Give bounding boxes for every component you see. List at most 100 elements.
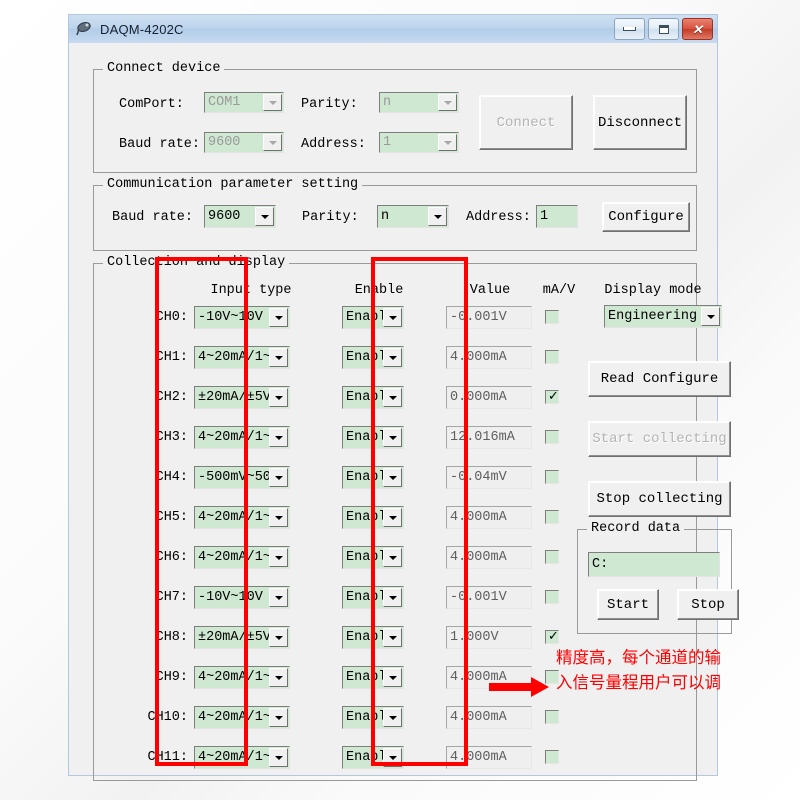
minimize-icon[interactable] bbox=[614, 18, 645, 40]
ma-v-checkbox[interactable] bbox=[545, 470, 559, 484]
chevron-down-icon[interactable] bbox=[269, 588, 288, 607]
chevron-down-icon[interactable] bbox=[269, 668, 288, 687]
enable-combo[interactable]: Enabl bbox=[342, 546, 404, 569]
disconnect-button[interactable]: Disconnect bbox=[593, 95, 687, 150]
enable-value: Enabl bbox=[346, 470, 383, 485]
chevron-down-icon[interactable] bbox=[383, 548, 402, 567]
chevron-down-icon[interactable] bbox=[701, 307, 720, 326]
enable-combo[interactable]: Enabl bbox=[342, 346, 404, 369]
chevron-down-icon[interactable] bbox=[269, 748, 288, 767]
close-icon[interactable]: ✕ bbox=[682, 18, 713, 40]
chevron-down-icon[interactable] bbox=[428, 207, 447, 226]
chevron-down-icon[interactable] bbox=[269, 388, 288, 407]
channel-label: CH2: bbox=[155, 390, 188, 405]
input-type-combo[interactable]: 4~20mA/1~5V bbox=[194, 546, 290, 569]
input-type-combo[interactable]: -10V~10V bbox=[194, 586, 290, 609]
chevron-down-icon[interactable] bbox=[383, 428, 402, 447]
chevron-down-icon[interactable] bbox=[383, 388, 402, 407]
chevron-down-icon[interactable] bbox=[383, 348, 402, 367]
enable-combo[interactable]: Enabl bbox=[342, 586, 404, 609]
chevron-down-icon[interactable] bbox=[383, 308, 402, 327]
connect-button[interactable]: Connect bbox=[479, 95, 573, 150]
enable-combo[interactable]: Enabl bbox=[342, 386, 404, 409]
chevron-down-icon[interactable] bbox=[263, 134, 282, 151]
comm-baud-rate-value: 9600 bbox=[208, 209, 241, 224]
channel-label: CH5: bbox=[155, 510, 188, 525]
column-header-display-mode: Display mode bbox=[604, 283, 702, 298]
chevron-down-icon[interactable] bbox=[269, 628, 288, 647]
chevron-down-icon[interactable] bbox=[269, 428, 288, 447]
chevron-down-icon[interactable] bbox=[255, 207, 274, 226]
record-start-button[interactable]: Start bbox=[597, 589, 659, 620]
parity-label: Parity: bbox=[301, 97, 358, 112]
chevron-down-icon[interactable] bbox=[269, 508, 288, 527]
ma-v-checkbox[interactable] bbox=[545, 710, 559, 724]
enable-combo[interactable]: Enabl bbox=[342, 506, 404, 529]
ma-v-checkbox[interactable] bbox=[545, 430, 559, 444]
input-type-combo[interactable]: 4~20mA/1~5V bbox=[194, 666, 290, 689]
input-type-combo[interactable]: ±20mA/±5V bbox=[194, 626, 290, 649]
input-type-combo[interactable]: 4~20mA/1~5V bbox=[194, 506, 290, 529]
record-stop-button[interactable]: Stop bbox=[677, 589, 739, 620]
read-configure-button[interactable]: Read Configure bbox=[588, 361, 731, 397]
configure-button[interactable]: Configure bbox=[602, 202, 690, 232]
input-type-combo[interactable]: 4~20mA/1~5V bbox=[194, 706, 290, 729]
enable-combo[interactable]: Enabl bbox=[342, 466, 404, 489]
chevron-down-icon[interactable] bbox=[383, 468, 402, 487]
input-type-combo[interactable]: -10V~10V bbox=[194, 306, 290, 329]
ma-v-checkbox[interactable] bbox=[545, 750, 559, 764]
channel-label: CH3: bbox=[155, 430, 188, 445]
enable-combo[interactable]: Enabl bbox=[342, 306, 404, 329]
baud-rate-combo[interactable]: 9600 bbox=[204, 132, 284, 153]
chevron-down-icon[interactable] bbox=[438, 134, 457, 151]
chevron-down-icon[interactable] bbox=[269, 548, 288, 567]
ma-v-checkbox[interactable] bbox=[545, 350, 559, 364]
input-type-value: -10V~10V bbox=[198, 310, 263, 325]
comport-combo[interactable]: COM1 bbox=[204, 92, 284, 113]
maximize-icon[interactable] bbox=[648, 18, 679, 40]
input-type-combo[interactable]: ±20mA/±5V bbox=[194, 386, 290, 409]
ma-v-checkbox[interactable] bbox=[545, 550, 559, 564]
enable-combo[interactable]: Enabl bbox=[342, 746, 404, 769]
chevron-down-icon[interactable] bbox=[383, 708, 402, 727]
input-type-combo[interactable]: 4~20mA/1~5V bbox=[194, 426, 290, 449]
input-type-combo[interactable]: 4~20mA/1~5V bbox=[194, 746, 290, 769]
input-type-value: 4~20mA/1~5V bbox=[198, 670, 269, 685]
enable-value: Enabl bbox=[346, 510, 383, 525]
enable-combo[interactable]: Enabl bbox=[342, 666, 404, 689]
chevron-down-icon[interactable] bbox=[263, 94, 282, 111]
enable-combo[interactable]: Enabl bbox=[342, 626, 404, 649]
comm-address-input[interactable]: 1 bbox=[536, 205, 578, 228]
chevron-down-icon[interactable] bbox=[383, 748, 402, 767]
enable-combo[interactable]: Enabl bbox=[342, 426, 404, 449]
chevron-down-icon[interactable] bbox=[383, 508, 402, 527]
parity-combo[interactable]: n bbox=[379, 92, 459, 113]
ma-v-checkbox[interactable]: ✓ bbox=[545, 630, 559, 644]
comm-parity-combo[interactable]: n bbox=[377, 205, 449, 228]
chevron-down-icon[interactable] bbox=[269, 468, 288, 487]
chevron-down-icon[interactable] bbox=[383, 628, 402, 647]
comm-baud-rate-combo[interactable]: 9600 bbox=[204, 205, 276, 228]
value-display: -0.001V bbox=[446, 586, 532, 609]
stop-collecting-button[interactable]: Stop collecting bbox=[588, 481, 731, 517]
enable-combo[interactable]: Enabl bbox=[342, 706, 404, 729]
start-collecting-button[interactable]: Start collecting bbox=[588, 421, 731, 457]
chevron-down-icon[interactable] bbox=[269, 708, 288, 727]
comm-setting-legend: Communication parameter setting bbox=[103, 177, 363, 192]
chevron-down-icon[interactable] bbox=[383, 588, 402, 607]
chevron-down-icon[interactable] bbox=[438, 94, 457, 111]
channel-label: CH4: bbox=[155, 470, 188, 485]
chevron-down-icon[interactable] bbox=[383, 668, 402, 687]
record-path-input[interactable]: C: bbox=[588, 552, 720, 577]
input-type-combo[interactable]: -500mV~500mV bbox=[194, 466, 290, 489]
display-mode-combo[interactable]: Engineering bbox=[604, 305, 722, 328]
ma-v-checkbox[interactable] bbox=[545, 510, 559, 524]
ma-v-checkbox[interactable] bbox=[545, 310, 559, 324]
chevron-down-icon[interactable] bbox=[269, 348, 288, 367]
ma-v-checkbox[interactable] bbox=[545, 590, 559, 604]
input-type-combo[interactable]: 4~20mA/1~5V bbox=[194, 346, 290, 369]
chevron-down-icon[interactable] bbox=[269, 308, 288, 327]
address-combo[interactable]: 1 bbox=[379, 132, 459, 153]
enable-value: Enabl bbox=[346, 710, 383, 725]
ma-v-checkbox[interactable]: ✓ bbox=[545, 390, 559, 404]
